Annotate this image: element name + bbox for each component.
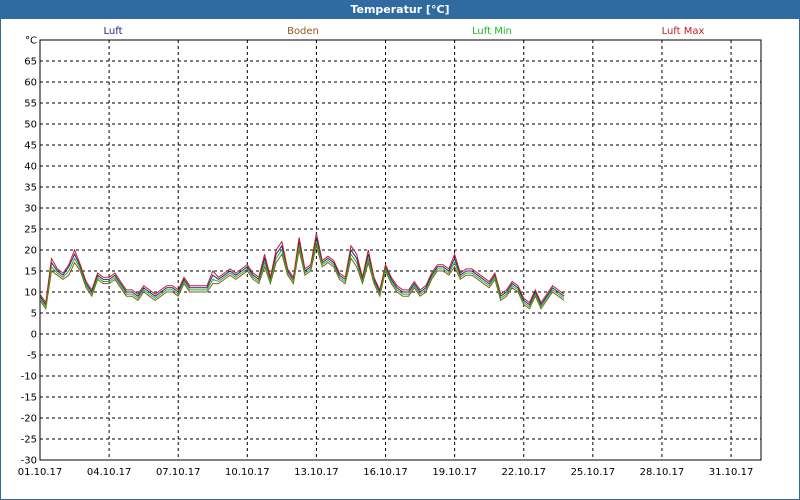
legend-entry: Luft Max bbox=[662, 26, 705, 37]
x-tick-label: 31.10.17 bbox=[709, 467, 754, 478]
y-tick-label: 15 bbox=[24, 267, 37, 278]
legend-entry: Boden bbox=[287, 26, 319, 37]
x-tick-label: 22.10.17 bbox=[501, 467, 546, 478]
y-tick-label: 0 bbox=[31, 330, 37, 341]
y-tick-label: 10 bbox=[24, 288, 37, 299]
x-tick-label: 07.10.17 bbox=[156, 467, 201, 478]
x-tick-label: 19.10.17 bbox=[432, 467, 477, 478]
y-tick-label: °C bbox=[25, 36, 37, 47]
y-tick-label: -5 bbox=[27, 351, 37, 362]
y-tick-label: 5 bbox=[31, 309, 37, 320]
x-tick-label: 13.10.17 bbox=[294, 467, 339, 478]
y-tick-label: 65 bbox=[24, 57, 37, 68]
temperature-chart: °C65605550454035302520151050-5-10-15-20-… bbox=[18, 26, 762, 478]
y-tick-label: 20 bbox=[24, 246, 37, 257]
legend-entry: Luft bbox=[104, 26, 123, 37]
x-tick-label: 28.10.17 bbox=[640, 467, 685, 478]
y-tick-label: 30 bbox=[24, 204, 37, 215]
y-tick-label: -10 bbox=[21, 372, 37, 383]
y-tick-label: 45 bbox=[24, 141, 37, 152]
x-tick-label: 16.10.17 bbox=[363, 467, 408, 478]
x-tick-label: 04.10.17 bbox=[87, 467, 132, 478]
y-tick-label: 40 bbox=[24, 162, 37, 173]
y-tick-label: 50 bbox=[24, 120, 37, 131]
x-tick-label: 01.10.17 bbox=[18, 467, 63, 478]
legend-entry: Luft Min bbox=[472, 26, 512, 37]
y-tick-label: 35 bbox=[24, 183, 37, 194]
y-tick-label: -25 bbox=[21, 435, 37, 446]
x-tick-label: 25.10.17 bbox=[571, 467, 616, 478]
y-tick-label: 60 bbox=[24, 78, 37, 89]
y-tick-label: 55 bbox=[24, 99, 37, 110]
y-tick-label: 25 bbox=[24, 225, 37, 236]
y-tick-label: -15 bbox=[21, 393, 37, 404]
x-tick-label: 10.10.17 bbox=[225, 467, 270, 478]
y-tick-label: -20 bbox=[21, 414, 37, 425]
y-tick-label: -30 bbox=[21, 456, 37, 467]
